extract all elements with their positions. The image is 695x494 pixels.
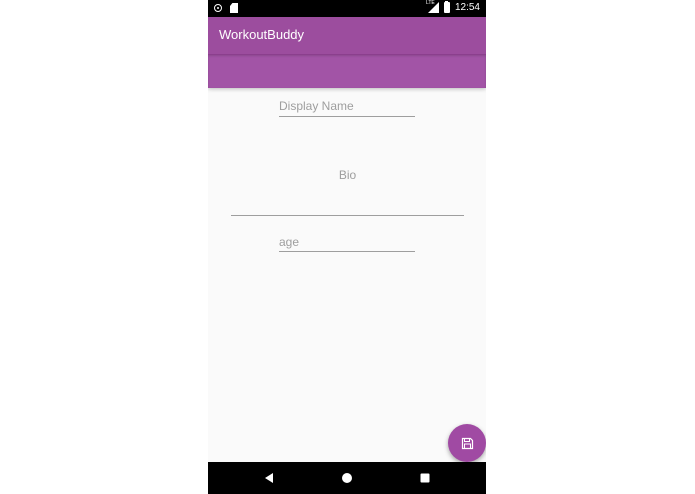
save-button[interactable] <box>448 424 486 462</box>
bio-input[interactable]: Bio <box>231 160 464 216</box>
recent-apps-button[interactable] <box>418 471 432 485</box>
recent-apps-icon <box>420 473 430 483</box>
network-type: LTE <box>425 0 435 6</box>
signal-icon: LTE <box>425 0 439 13</box>
status-time: 12:54 <box>454 2 480 13</box>
back-icon <box>265 473 273 483</box>
status-bar: LTE 12:54 <box>208 0 486 17</box>
status-right: LTE 12:54 <box>425 0 480 13</box>
battery-icon <box>443 0 450 13</box>
home-button[interactable] <box>340 471 354 485</box>
app-bar-extension <box>208 54 486 88</box>
phone-screen: LTE 12:54 WorkoutBuddy Display Name Bio … <box>208 0 486 494</box>
display-name-input[interactable]: Display Name <box>279 99 415 117</box>
sd-card-icon <box>230 3 238 13</box>
display-name-placeholder: Display Name <box>279 99 354 113</box>
status-left <box>214 3 238 13</box>
app-bar: WorkoutBuddy <box>208 17 486 88</box>
home-icon <box>342 473 352 483</box>
age-input[interactable]: age <box>279 235 415 252</box>
back-button[interactable] <box>262 471 276 485</box>
navigation-bar <box>208 462 486 494</box>
bio-placeholder: Bio <box>338 168 357 182</box>
age-placeholder: age <box>279 235 300 249</box>
notification-icon <box>214 4 222 12</box>
save-icon <box>461 437 473 449</box>
app-title: WorkoutBuddy <box>219 27 305 42</box>
